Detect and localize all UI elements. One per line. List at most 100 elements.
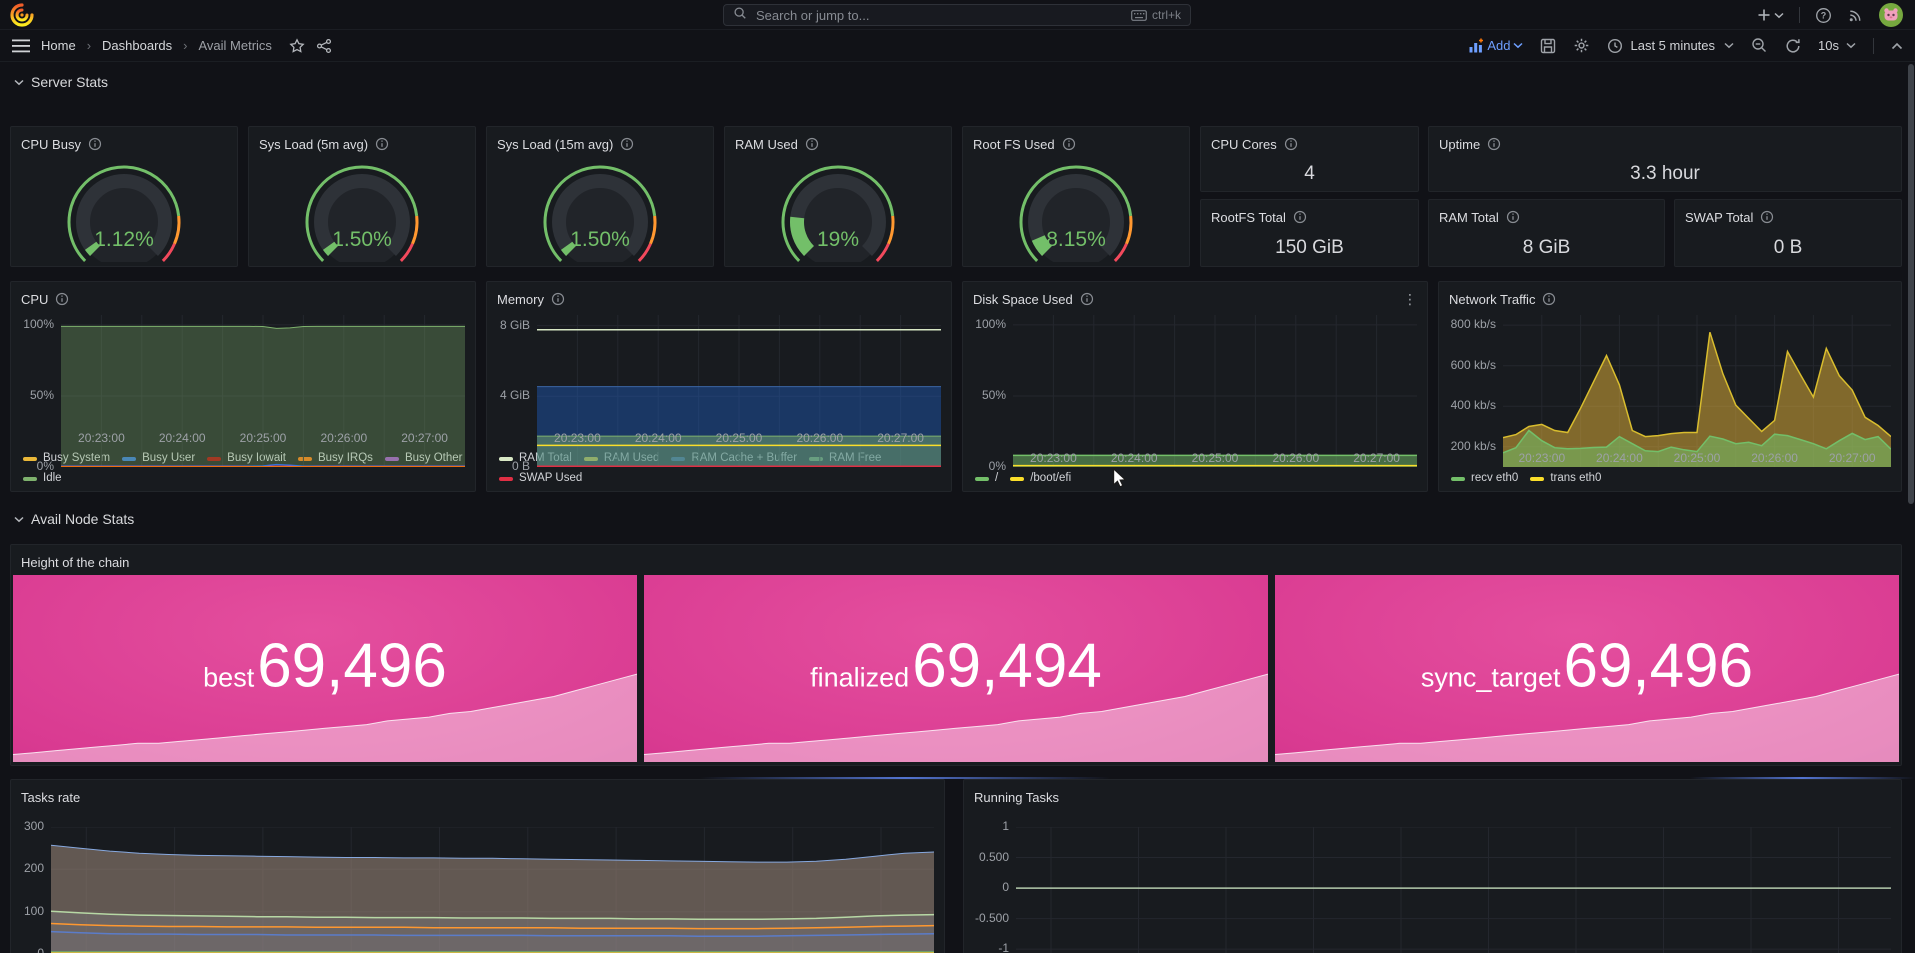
time-range-picker[interactable]: Last 5 minutes <box>1607 38 1734 54</box>
running-tasks-chart[interactable] <box>1016 827 1891 953</box>
new-menu-button[interactable] <box>1757 8 1784 22</box>
refresh-interval-dropdown[interactable]: 10s <box>1818 38 1856 53</box>
y-axis-labels: 10.5000-0.500-1 <box>974 827 1016 953</box>
panel-title[interactable]: Network Traffic <box>1449 292 1535 307</box>
info-icon[interactable] <box>1293 210 1307 224</box>
disk-chart[interactable] <box>1013 315 1417 448</box>
collapse-toolbar-icon[interactable] <box>1891 42 1903 50</box>
panel-title[interactable]: Tasks rate <box>21 790 80 805</box>
info-icon[interactable] <box>1542 292 1556 306</box>
row-glow <box>1690 777 1915 779</box>
y-axis-labels: 200 kb/s400 kb/s600 kb/s800 kb/s <box>1449 315 1503 448</box>
axis-tick-label: 20:25:00 <box>240 431 287 445</box>
panel-menu-icon[interactable]: ⋮ <box>1403 294 1417 304</box>
info-icon[interactable] <box>1062 137 1076 151</box>
info-icon[interactable] <box>551 292 565 306</box>
stat-sync-target[interactable]: sync_target69,496 <box>1275 575 1899 762</box>
axis-tick-label: 20:25:00 <box>1192 451 1239 465</box>
grafana-logo-icon[interactable] <box>10 3 34 27</box>
breadcrumb-home[interactable]: Home <box>41 38 76 53</box>
info-icon[interactable] <box>1284 137 1298 151</box>
legend-item[interactable]: trans eth0 <box>1530 469 1601 488</box>
stat-value: 4 <box>1201 156 1418 192</box>
chart-legend: recv eth0 trans eth0 <box>1449 466 1891 488</box>
axis-tick-label: 20:24:00 <box>159 431 206 445</box>
axis-tick-label: 20:26:00 <box>1751 451 1798 465</box>
axis-tick-label: 0 B <box>512 459 530 473</box>
panel-title[interactable]: RAM Total <box>1439 210 1499 225</box>
section-server-stats[interactable]: Server Stats <box>14 74 108 90</box>
stat-best[interactable]: best69,496 <box>13 575 637 762</box>
top-nav: ctrl+k ? <box>0 0 1915 30</box>
axis-tick-label: 20:25:00 <box>1674 451 1721 465</box>
panel-title[interactable]: Root FS Used <box>973 137 1055 152</box>
breadcrumb-dashboards[interactable]: Dashboards <box>102 38 172 53</box>
info-icon[interactable] <box>1080 292 1094 306</box>
panel-title[interactable]: Disk Space Used <box>973 292 1073 307</box>
axis-tick-label: 20:23:00 <box>78 431 125 445</box>
chevron-down-icon <box>1724 42 1734 49</box>
axis-tick-label: 20:26:00 <box>1272 451 1319 465</box>
panel-title[interactable]: SWAP Total <box>1685 210 1753 225</box>
axis-tick-label: 300 <box>24 819 44 833</box>
favorite-star-icon[interactable] <box>289 38 305 54</box>
search-bar[interactable]: ctrl+k <box>723 4 1191 26</box>
news-icon[interactable] <box>1847 7 1864 24</box>
legend-item[interactable]: recv eth0 <box>1451 469 1518 488</box>
axis-tick-label: 100% <box>23 317 54 331</box>
y-axis-labels: 0100200300 <box>21 827 51 953</box>
panel-title[interactable]: Running Tasks <box>974 790 1059 805</box>
info-icon[interactable] <box>1506 210 1520 224</box>
panel-title[interactable]: Memory <box>497 292 544 307</box>
legend-item[interactable]: /boot/efi <box>1010 469 1071 488</box>
info-icon[interactable] <box>805 137 819 151</box>
cpu-chart[interactable] <box>61 315 465 428</box>
info-icon[interactable] <box>88 137 102 151</box>
panel-title[interactable]: Sys Load (15m avg) <box>497 137 613 152</box>
axis-tick-label: 600 kb/s <box>1451 358 1496 372</box>
avatar[interactable] <box>1879 3 1903 27</box>
panel-title[interactable]: CPU Busy <box>21 137 81 152</box>
stat-label: finalized <box>810 662 909 693</box>
stat-finalized[interactable]: finalized69,494 <box>644 575 1268 762</box>
panel-title[interactable]: RAM Used <box>735 137 798 152</box>
network-chart[interactable] <box>1503 315 1891 448</box>
info-icon[interactable] <box>1487 137 1501 151</box>
axis-tick-label: 20:23:00 <box>1030 451 1077 465</box>
scrollbar-thumb[interactable] <box>1908 64 1914 504</box>
axis-tick-label: 20:26:00 <box>320 431 367 445</box>
panel-title[interactable]: CPU <box>21 292 48 307</box>
axis-tick-label: 20:23:00 <box>554 431 601 445</box>
info-icon[interactable] <box>55 292 69 306</box>
legend-color-chip <box>1530 477 1544 481</box>
info-icon[interactable] <box>375 137 389 151</box>
tasks-rate-chart[interactable] <box>51 827 934 953</box>
share-icon[interactable] <box>316 38 332 54</box>
settings-gear-icon[interactable] <box>1573 37 1590 54</box>
gauge: 8.15% <box>963 156 1189 267</box>
add-panel-button[interactable]: Add <box>1468 38 1523 54</box>
row-glow <box>700 777 1110 779</box>
info-icon[interactable] <box>620 137 634 151</box>
section-avail-node-stats[interactable]: Avail Node Stats <box>14 511 134 527</box>
panel-title[interactable]: CPU Cores <box>1211 137 1277 152</box>
panel-title[interactable]: Sys Load (5m avg) <box>259 137 368 152</box>
axis-tick-label: 100% <box>975 317 1006 331</box>
search-input[interactable] <box>754 7 1124 24</box>
save-dashboard-icon[interactable] <box>1540 38 1556 54</box>
help-icon[interactable]: ? <box>1815 7 1832 24</box>
axis-tick-label: 50% <box>982 388 1006 402</box>
legend-color-chip <box>499 457 513 461</box>
memory-chart[interactable] <box>537 315 941 428</box>
svg-text:?: ? <box>1821 10 1826 20</box>
panel-title[interactable]: RootFS Total <box>1211 210 1286 225</box>
refresh-icon[interactable] <box>1785 38 1801 54</box>
gauge: 1.50% <box>487 156 713 267</box>
panel-title[interactable]: Height of the chain <box>21 555 129 570</box>
panel-title[interactable]: Uptime <box>1439 137 1480 152</box>
axis-tick-label: 200 <box>24 861 44 875</box>
menu-toggle-button[interactable] <box>12 39 30 53</box>
zoom-out-icon[interactable] <box>1751 37 1768 54</box>
legend-label: trans eth0 <box>1550 469 1601 488</box>
info-icon[interactable] <box>1760 210 1774 224</box>
